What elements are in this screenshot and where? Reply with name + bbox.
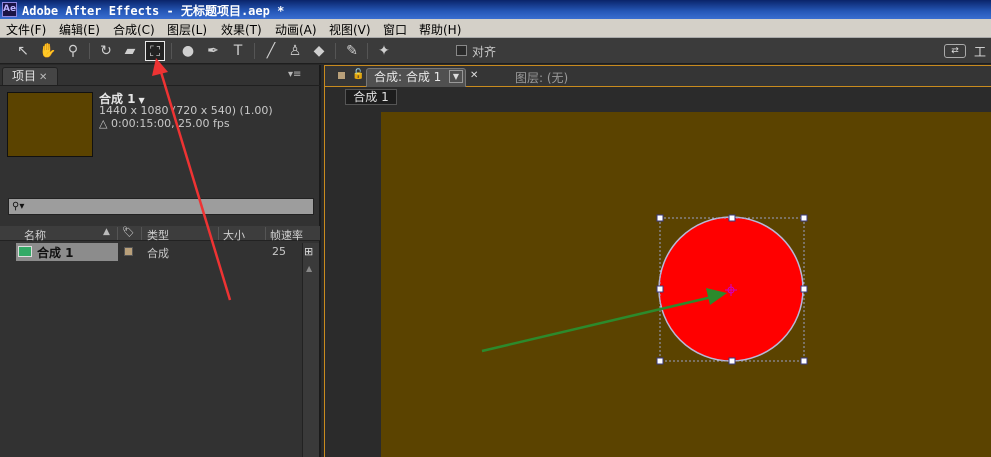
ellipse-tool-icon[interactable]: ● bbox=[178, 41, 198, 61]
comp-duration: △ 0:00:15:00, 25.00 fps bbox=[99, 117, 230, 130]
menu-window[interactable]: 窗口 bbox=[383, 21, 407, 38]
app-logo-icon: Ae bbox=[2, 2, 17, 17]
item-type: 合成 bbox=[147, 247, 169, 260]
menu-composition[interactable]: 合成(C) bbox=[113, 21, 155, 38]
eraser-tool-icon[interactable]: ◆ bbox=[309, 41, 329, 61]
label-tag-icon[interactable]: 🏷 bbox=[122, 227, 135, 238]
project-list-header: 名称 ▲ 🏷 类型 大小 帧速率 bbox=[0, 226, 320, 243]
project-tab-label: 项目 bbox=[12, 69, 37, 83]
rotation-tool-icon[interactable]: ↻ bbox=[96, 41, 116, 61]
breadcrumb[interactable]: 合成 1 bbox=[345, 89, 397, 105]
pen-tool-icon[interactable]: ✒ bbox=[203, 41, 223, 61]
menu-effect[interactable]: 效果(T) bbox=[221, 21, 262, 38]
project-search-input[interactable]: ⚲▾ bbox=[8, 198, 314, 215]
roto-brush-tool-icon[interactable]: ✎ bbox=[342, 41, 362, 61]
tab-divider bbox=[0, 85, 321, 86]
project-item-row[interactable]: 合成 1 合成 25 bbox=[0, 243, 302, 261]
search-icon: ⚲▾ bbox=[12, 201, 25, 212]
composition-icon bbox=[18, 246, 32, 257]
tab-layer[interactable]: 图层: (无) bbox=[515, 69, 568, 86]
panel-menu-icon[interactable]: ▾≡ bbox=[288, 69, 301, 80]
column-size[interactable]: 大小 bbox=[223, 227, 245, 243]
comp-tab-bar: 🔓 合成: 合成 1 ▼ ✕ 图层: (无) bbox=[325, 66, 991, 87]
close-icon[interactable]: ✕ bbox=[39, 72, 47, 83]
snap-checkbox[interactable] bbox=[456, 45, 467, 56]
comp-tab-label: 合成: 合成 1 bbox=[374, 70, 442, 84]
scroll-up-arrow-icon[interactable]: ▲ bbox=[306, 264, 312, 273]
menu-layer[interactable]: 图层(L) bbox=[167, 21, 207, 38]
menu-animation[interactable]: 动画(A) bbox=[275, 21, 317, 38]
toolbar-divider bbox=[89, 43, 90, 59]
toolbar-divider bbox=[367, 43, 368, 59]
item-name: 合成 1 bbox=[37, 246, 74, 260]
column-type[interactable]: 类型 bbox=[147, 227, 169, 243]
window-title: Adobe After Effects - 无标题项目.aep * bbox=[22, 4, 285, 18]
comp-color-swatch bbox=[337, 71, 346, 80]
comp-thumbnail bbox=[7, 92, 93, 157]
toolbar-divider bbox=[171, 43, 172, 59]
selection-tool-icon[interactable]: ↖ bbox=[13, 41, 33, 61]
camera-tool-icon[interactable]: ▰ bbox=[120, 41, 140, 61]
column-divider bbox=[218, 227, 219, 240]
project-scrollbar[interactable] bbox=[302, 243, 319, 457]
menu-bar: 文件(F) 编辑(E) 合成(C) 图层(L) 效果(T) 动画(A) 视图(V… bbox=[0, 19, 991, 38]
hand-tool-icon[interactable]: ✋ bbox=[38, 41, 58, 61]
zoom-tool-icon[interactable]: ⚲ bbox=[63, 41, 83, 61]
type-tool-icon[interactable]: T bbox=[228, 41, 248, 61]
title-bar: Ae Adobe After Effects - 无标题项目.aep * bbox=[0, 0, 991, 19]
column-divider bbox=[265, 227, 266, 240]
lock-icon[interactable]: 🔓 bbox=[352, 69, 364, 80]
menu-file[interactable]: 文件(F) bbox=[6, 21, 46, 38]
comp-resolution: 1440 x 1080 (720 x 540) (1.00) bbox=[99, 104, 273, 117]
column-divider bbox=[141, 227, 142, 240]
brush-tool-icon[interactable]: ╱ bbox=[261, 41, 281, 61]
project-panel: 项目 ✕ ▾≡ 合成 1 ▼ 1440 x 1080 (720 x 540) (1.… bbox=[0, 65, 321, 457]
clone-stamp-tool-icon[interactable]: ♙ bbox=[285, 41, 305, 61]
close-icon[interactable]: ✕ bbox=[470, 70, 478, 81]
toolbar-divider bbox=[335, 43, 336, 59]
column-divider bbox=[117, 227, 118, 240]
project-tab[interactable]: 项目 ✕ bbox=[2, 67, 58, 85]
puppet-pin-tool-icon[interactable]: ✦ bbox=[374, 41, 394, 61]
column-fps[interactable]: 帧速率 bbox=[270, 227, 303, 243]
toolbar-divider bbox=[254, 43, 255, 59]
column-name[interactable]: 名称 bbox=[24, 227, 46, 243]
flowchart-icon[interactable]: ⊞ bbox=[304, 245, 313, 258]
comp-dropdown-icon[interactable]: ▼ bbox=[449, 70, 463, 83]
pan-behind-tool-icon[interactable]: ⛶ bbox=[145, 41, 165, 61]
workspace-label[interactable]: 工 bbox=[974, 43, 986, 60]
label-color-swatch[interactable] bbox=[124, 247, 133, 256]
item-fps: 25 bbox=[272, 245, 286, 258]
workspace-toggle-icon[interactable]: ⇄ bbox=[944, 44, 966, 58]
menu-view[interactable]: 视图(V) bbox=[329, 21, 371, 38]
menu-edit[interactable]: 编辑(E) bbox=[59, 21, 100, 38]
snap-label: 对齐 bbox=[472, 45, 497, 59]
comp-canvas[interactable] bbox=[381, 112, 991, 457]
menu-help[interactable]: 帮助(H) bbox=[419, 21, 461, 38]
composition-panel: 🔓 合成: 合成 1 ▼ ✕ 图层: (无) 合成 1 bbox=[324, 65, 991, 457]
sort-ascending-icon[interactable]: ▲ bbox=[103, 227, 110, 237]
